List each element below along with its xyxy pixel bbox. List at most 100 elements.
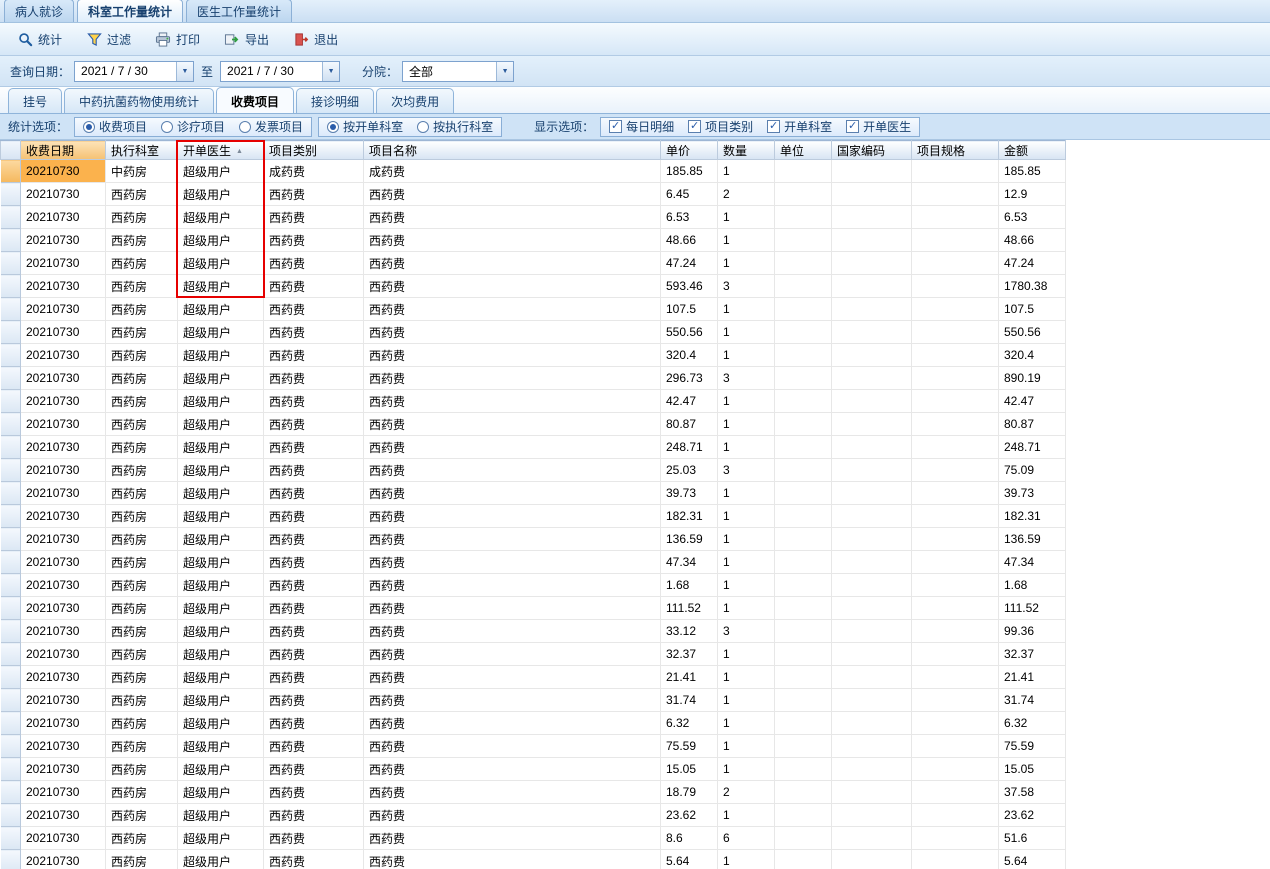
cell-item-spec[interactable]: [911, 849, 999, 869]
cell-exec-dept[interactable]: 西药房: [105, 711, 178, 735]
cell-quantity[interactable]: 1: [717, 734, 775, 758]
cell-item-category[interactable]: 成药费: [263, 159, 364, 183]
cell-unit-price[interactable]: 15.05: [660, 757, 718, 781]
top-tab-patient-visit[interactable]: 病人就诊: [4, 0, 75, 22]
cell-quantity[interactable]: 1: [717, 849, 775, 869]
cell-charge-date[interactable]: 20210730: [20, 550, 106, 574]
cell-item-spec[interactable]: [911, 297, 999, 321]
cell-ordering-doctor[interactable]: 超级用户: [177, 803, 264, 827]
cell-amount[interactable]: 31.74: [998, 688, 1066, 712]
cell-item-spec[interactable]: [911, 320, 999, 344]
cell-item-name[interactable]: 西药费: [363, 734, 661, 758]
cell-unit[interactable]: [774, 826, 832, 850]
row-selector[interactable]: [0, 389, 21, 413]
table-row[interactable]: 20210730 西药房 超级用户 西药费 西药费 48.66 1 48.66: [0, 228, 1066, 252]
cell-ordering-doctor[interactable]: 超级用户: [177, 389, 264, 413]
cell-item-name[interactable]: 西药费: [363, 826, 661, 850]
cell-quantity[interactable]: 1: [717, 389, 775, 413]
cell-item-spec[interactable]: [911, 642, 999, 666]
table-row[interactable]: 20210730 西药房 超级用户 西药费 西药费 39.73 1 39.73: [0, 481, 1066, 505]
row-selector[interactable]: [0, 251, 21, 275]
cell-national-code[interactable]: [831, 849, 912, 869]
cell-item-category[interactable]: 西药费: [263, 389, 364, 413]
table-row[interactable]: 20210730 西药房 超级用户 西药费 西药费 550.56 1 550.56: [0, 320, 1066, 344]
cell-item-category[interactable]: 西药费: [263, 504, 364, 528]
cell-item-spec[interactable]: [911, 228, 999, 252]
cell-amount[interactable]: 550.56: [998, 320, 1066, 344]
cell-amount[interactable]: 99.36: [998, 619, 1066, 643]
row-selector[interactable]: [0, 596, 21, 620]
cell-exec-dept[interactable]: 西药房: [105, 343, 178, 367]
cell-unit[interactable]: [774, 849, 832, 869]
cell-unit-price[interactable]: 6.45: [660, 182, 718, 206]
cell-item-name[interactable]: 西药费: [363, 527, 661, 551]
cell-national-code[interactable]: [831, 297, 912, 321]
column-header-unit-price[interactable]: 单价: [660, 140, 718, 160]
cell-national-code[interactable]: [831, 481, 912, 505]
cell-item-spec[interactable]: [911, 435, 999, 459]
cell-unit[interactable]: [774, 688, 832, 712]
table-row[interactable]: 20210730 西药房 超级用户 西药费 西药费 31.74 1 31.74: [0, 688, 1066, 712]
cell-national-code[interactable]: [831, 734, 912, 758]
cell-ordering-doctor[interactable]: 超级用户: [177, 366, 264, 390]
cell-quantity[interactable]: 1: [717, 573, 775, 597]
cell-charge-date[interactable]: 20210730: [20, 389, 106, 413]
cell-item-category[interactable]: 西药费: [263, 274, 364, 298]
exit-button[interactable]: 退出: [284, 28, 347, 51]
cell-ordering-doctor[interactable]: 超级用户: [177, 642, 264, 666]
cell-ordering-doctor[interactable]: 超级用户: [177, 527, 264, 551]
cell-item-name[interactable]: 西药费: [363, 297, 661, 321]
cell-amount[interactable]: 111.52: [998, 596, 1066, 620]
column-header-national-code[interactable]: 国家编码: [831, 140, 912, 160]
report-tab-avg-cost[interactable]: 次均费用: [376, 88, 455, 113]
cell-item-name[interactable]: 西药费: [363, 849, 661, 869]
cell-exec-dept[interactable]: 西药房: [105, 205, 178, 229]
cell-ordering-doctor[interactable]: 超级用户: [177, 550, 264, 574]
table-row[interactable]: 20210730 西药房 超级用户 西药费 西药费 8.6 6 51.6: [0, 826, 1066, 850]
cell-ordering-doctor[interactable]: 超级用户: [177, 826, 264, 850]
cell-ordering-doctor[interactable]: 超级用户: [177, 182, 264, 206]
row-selector[interactable]: [0, 780, 21, 804]
table-row[interactable]: 20210730 西药房 超级用户 西药费 西药费 18.79 2 37.58: [0, 780, 1066, 804]
cell-unit-price[interactable]: 185.85: [660, 159, 718, 183]
cell-ordering-doctor[interactable]: 超级用户: [177, 320, 264, 344]
select-all-header[interactable]: [0, 140, 21, 160]
row-selector[interactable]: [0, 711, 21, 735]
cell-national-code[interactable]: [831, 665, 912, 689]
checkbox-ordering-dept[interactable]: ✓ 开单科室: [767, 118, 832, 135]
cell-quantity[interactable]: 1: [717, 435, 775, 459]
date-to-picker[interactable]: 2021 / 7 / 30 ▼: [220, 60, 341, 82]
cell-unit-price[interactable]: 48.66: [660, 228, 718, 252]
cell-amount[interactable]: 21.41: [998, 665, 1066, 689]
table-row[interactable]: 20210730 西药房 超级用户 西药费 西药费 42.47 1 42.47: [0, 389, 1066, 413]
radio-charge-items[interactable]: 收费项目: [83, 118, 147, 135]
cell-item-category[interactable]: 西药费: [263, 366, 364, 390]
cell-amount[interactable]: 1780.38: [998, 274, 1066, 298]
cell-item-category[interactable]: 西药费: [263, 734, 364, 758]
cell-ordering-doctor[interactable]: 超级用户: [177, 711, 264, 735]
cell-charge-date[interactable]: 20210730: [20, 343, 106, 367]
cell-ordering-doctor[interactable]: 超级用户: [177, 481, 264, 505]
cell-unit[interactable]: [774, 573, 832, 597]
table-row[interactable]: 20210730 西药房 超级用户 西药费 西药费 47.24 1 47.24: [0, 251, 1066, 275]
cell-ordering-doctor[interactable]: 超级用户: [177, 435, 264, 459]
cell-exec-dept[interactable]: 西药房: [105, 435, 178, 459]
cell-charge-date[interactable]: 20210730: [20, 688, 106, 712]
cell-charge-date[interactable]: 20210730: [20, 205, 106, 229]
cell-unit-price[interactable]: 6.32: [660, 711, 718, 735]
cell-item-spec[interactable]: [911, 596, 999, 620]
cell-item-spec[interactable]: [911, 412, 999, 436]
cell-national-code[interactable]: [831, 642, 912, 666]
cell-amount[interactable]: 75.59: [998, 734, 1066, 758]
cell-item-name[interactable]: 西药费: [363, 504, 661, 528]
cell-item-spec[interactable]: [911, 251, 999, 275]
cell-item-spec[interactable]: [911, 550, 999, 574]
cell-item-category[interactable]: 西药费: [263, 688, 364, 712]
row-selector[interactable]: [0, 412, 21, 436]
cell-item-name[interactable]: 西药费: [363, 251, 661, 275]
cell-item-name[interactable]: 西药费: [363, 389, 661, 413]
cell-national-code[interactable]: [831, 780, 912, 804]
cell-item-name[interactable]: 西药费: [363, 642, 661, 666]
table-row[interactable]: 20210730 西药房 超级用户 西药费 西药费 75.59 1 75.59: [0, 734, 1066, 758]
cell-charge-date[interactable]: 20210730: [20, 596, 106, 620]
